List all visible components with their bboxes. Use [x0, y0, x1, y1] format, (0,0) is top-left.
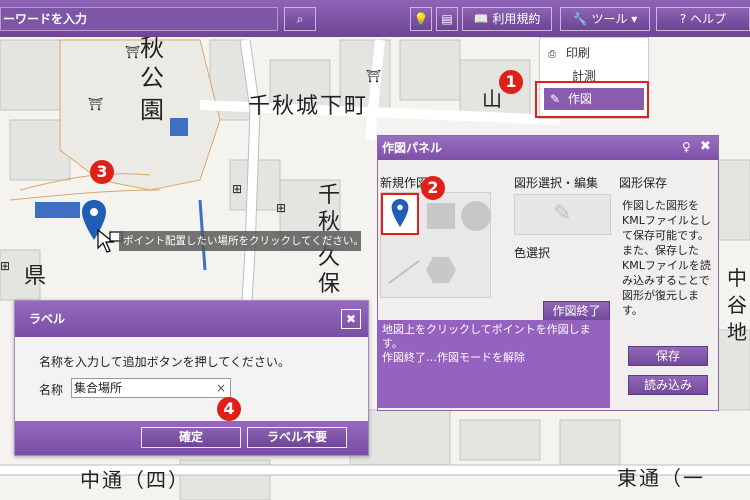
- tools-label: ツール: [591, 12, 628, 26]
- search-input[interactable]: ーワードを入力: [0, 7, 278, 31]
- pencil-icon: ✎: [553, 201, 572, 226]
- terms-label: 利用規約: [492, 12, 541, 26]
- help-button[interactable]: ? ヘルプ: [656, 7, 750, 31]
- step-badge-1: 1: [499, 70, 523, 94]
- point-tool[interactable]: [381, 193, 419, 235]
- select-edit-label: 図形選択・編集: [514, 176, 599, 190]
- circle-tool[interactable]: [461, 201, 491, 231]
- drawing-message: 地図上をクリックしてポイントを作図します。 作図終了…作図モードを解除: [377, 320, 610, 408]
- svg-text:⊞: ⊞: [276, 201, 286, 215]
- svg-text:⛩: ⛩: [125, 45, 140, 59]
- step-badge-3: 3: [90, 160, 114, 184]
- svg-text:⊞: ⊞: [232, 182, 242, 196]
- wrench-icon: 🔧: [572, 12, 588, 26]
- menu-item-print-label: 印刷: [565, 46, 590, 60]
- clear-icon[interactable]: ×: [216, 379, 226, 397]
- name-label: 名称: [39, 383, 64, 397]
- label-dialog-footer: 確定 ラベル不要: [15, 421, 368, 455]
- svg-text:⊞: ⊞: [0, 259, 10, 273]
- search-button[interactable]: ⌕: [284, 7, 316, 31]
- pin-tool-icon: [391, 199, 409, 227]
- pin-tooltip: ポイント配置したい場所をクリックしてください。: [119, 231, 361, 251]
- line-tool[interactable]: [387, 259, 421, 285]
- svg-text:⛩: ⛩: [88, 97, 103, 111]
- printer-icon: ⎙: [548, 49, 556, 60]
- no-label-button[interactable]: ラベル不要: [247, 427, 347, 448]
- comment-icon: ▤: [441, 12, 453, 26]
- map-label-yama: 山: [482, 87, 502, 111]
- step-badge-2: 2: [421, 176, 445, 200]
- confirm-button[interactable]: 確定: [141, 427, 241, 448]
- rectangle-tool[interactable]: [427, 203, 455, 229]
- map-label-castle-town: 千秋城下町: [248, 94, 369, 119]
- label-instruction: 名称を入力して追加ボタンを押してください。: [39, 355, 290, 369]
- map-label-vertical-1: 千: [318, 183, 341, 208]
- drawing-panel-title: 作図パネル: [378, 136, 718, 160]
- map-label-ken: 県: [24, 264, 47, 289]
- map-label-right-3: 地: [727, 320, 747, 344]
- save-section-label: 図形保存: [619, 176, 668, 190]
- name-field-value: 集合場所: [74, 381, 123, 395]
- caret-down-icon: ▾: [631, 12, 638, 26]
- polygon-tool[interactable]: [425, 255, 457, 285]
- color-select-label: 色選択: [514, 246, 551, 260]
- map-label-naka-dori: 中通（四）: [80, 468, 190, 492]
- map-label-park-3: 園: [140, 96, 164, 124]
- label-dialog-title: ラベル: [15, 301, 368, 337]
- edit-tool[interactable]: ✎: [514, 194, 611, 235]
- map-label-right-1: 中: [727, 266, 747, 290]
- comment-button[interactable]: ▤: [436, 7, 458, 31]
- close-icon[interactable]: ✖: [341, 309, 361, 329]
- menu-item-print[interactable]: ⎙ 印刷: [544, 42, 644, 64]
- save-button[interactable]: 保存: [628, 346, 708, 366]
- panel-close-icon[interactable]: ✖: [700, 139, 711, 154]
- map-label-park-1: 秋: [140, 34, 164, 62]
- hint-button[interactable]: 💡: [410, 7, 432, 31]
- tools-button[interactable]: 🔧 ツール ▾: [560, 7, 650, 31]
- draw-tools-grid: [380, 192, 491, 298]
- top-toolbar: ーワードを入力 ⌕ 💡 ▤ 📖 利用規約 🔧 ツール ▾ ? ヘルプ: [0, 0, 750, 37]
- lightbulb-icon: 💡: [413, 12, 429, 26]
- drawing-message-line2: 作図終了…作図モードを解除: [382, 351, 525, 364]
- name-field[interactable]: 集合場所 ×: [71, 378, 231, 398]
- question-icon: ?: [679, 12, 687, 26]
- help-label: ヘルプ: [690, 12, 727, 26]
- map-label-vertical-4: 保: [318, 272, 341, 297]
- map-label-park-2: 公: [140, 64, 164, 92]
- map-label-right-2: 谷: [727, 293, 747, 317]
- panel-hint-icon[interactable]: ♀: [682, 140, 691, 154]
- end-draw-button[interactable]: 作図終了: [543, 301, 610, 321]
- drawing-message-line1: 地図上をクリックしてポイントを作図します。: [382, 323, 591, 350]
- svg-text:⛩: ⛩: [366, 69, 381, 83]
- step-badge-4: 4: [217, 397, 241, 421]
- highlight-draw-menu: [535, 81, 649, 118]
- save-description: 作図した図形をKMLファイルとして保存可能です。また、保存したKMLファイルを読…: [622, 199, 711, 317]
- search-icon: ⌕: [296, 12, 304, 26]
- map-label-higashi-dori: 東通（一: [617, 466, 705, 490]
- label-dialog: ラベル ✖ 名称を入力して追加ボタンを押してください。 名称 集合場所 × 確定…: [14, 300, 369, 456]
- load-button[interactable]: 読み込み: [628, 375, 708, 395]
- book-icon: 📖: [473, 12, 489, 26]
- terms-button[interactable]: 📖 利用規約: [462, 7, 552, 31]
